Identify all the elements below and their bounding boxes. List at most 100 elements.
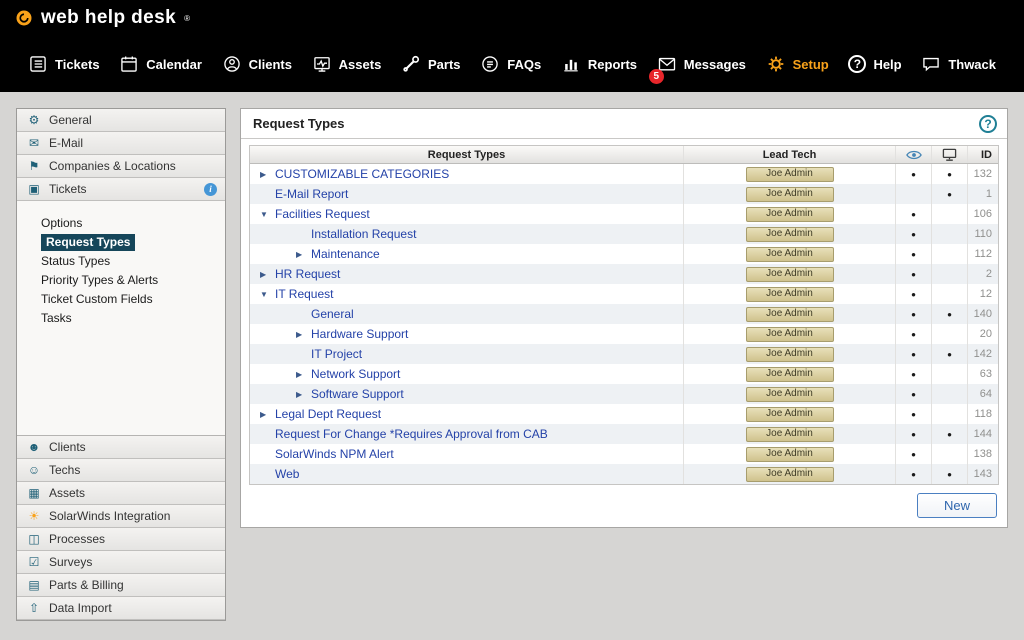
sidebar-item-parts-billing[interactable]: ▤ Parts & Billing bbox=[17, 574, 225, 597]
sidebar-item-assets[interactable]: ▦ Assets bbox=[17, 482, 225, 505]
nav-label: Clients bbox=[249, 57, 292, 72]
expand-arrow-icon[interactable]: ▼ bbox=[260, 290, 275, 299]
eye-icon bbox=[895, 146, 931, 163]
sidebar-item-general[interactable]: ⚙ General bbox=[17, 109, 225, 132]
request-type-link[interactable]: E-Mail Report bbox=[275, 187, 348, 201]
lead-tech-button[interactable]: Joe Admin bbox=[746, 367, 834, 382]
expand-arrow-icon[interactable]: ▶ bbox=[260, 270, 275, 279]
nav-help[interactable]: ? Help bbox=[848, 55, 901, 73]
sidebar-item-processes[interactable]: ◫ Processes bbox=[17, 528, 225, 551]
nav-setup[interactable]: Setup bbox=[766, 54, 829, 74]
sidebar-item-tickets[interactable]: ▣ Tickets i bbox=[17, 178, 225, 201]
nav-parts[interactable]: Parts bbox=[401, 54, 461, 74]
nav-clients[interactable]: Clients bbox=[222, 54, 292, 74]
table-row: ▶Hardware Support Joe Admin • 20 bbox=[250, 324, 998, 344]
request-type-link[interactable]: Legal Dept Request bbox=[275, 407, 381, 421]
lead-tech-button[interactable]: Joe Admin bbox=[746, 287, 834, 302]
lead-tech-button[interactable]: Joe Admin bbox=[746, 407, 834, 422]
table-row: ▶Software Support Joe Admin • 64 bbox=[250, 384, 998, 404]
sidebar-subitem-options[interactable]: Options bbox=[41, 215, 219, 234]
lead-tech-button[interactable]: Joe Admin bbox=[746, 187, 834, 202]
lead-tech-button[interactable]: Joe Admin bbox=[746, 307, 834, 322]
visible-dot: • bbox=[895, 364, 931, 384]
sidebar-item-data-import[interactable]: ⇧ Data Import bbox=[17, 597, 225, 620]
logo[interactable]: web help desk ® bbox=[14, 7, 190, 29]
sidebar-item-techs[interactable]: ☺ Techs bbox=[17, 459, 225, 482]
request-type-link[interactable]: Facilities Request bbox=[275, 207, 370, 221]
client-visible-dot bbox=[931, 284, 967, 304]
sidebar-subitem-tasks[interactable]: Tasks bbox=[41, 310, 219, 329]
new-button[interactable]: New bbox=[917, 493, 997, 518]
nav-tickets[interactable]: Tickets bbox=[28, 54, 100, 74]
expand-arrow-icon[interactable]: ▶ bbox=[260, 410, 275, 419]
panel-help-icon[interactable]: ? bbox=[979, 115, 997, 133]
lead-tech-button[interactable]: Joe Admin bbox=[746, 267, 834, 282]
sidebar-item-solarwinds-integration[interactable]: ☀ SolarWinds Integration bbox=[17, 505, 225, 528]
nav-label: Setup bbox=[793, 57, 829, 72]
table-row: ▶CUSTOMIZABLE CATEGORIES Joe Admin • • 1… bbox=[250, 164, 998, 184]
expand-arrow-icon[interactable]: ▶ bbox=[296, 250, 311, 259]
expand-arrow-icon[interactable]: ▼ bbox=[260, 210, 275, 219]
lead-tech-button[interactable]: Joe Admin bbox=[746, 467, 834, 482]
nav-thwack[interactable]: Thwack bbox=[921, 54, 996, 74]
expand-arrow-icon[interactable]: ▶ bbox=[260, 170, 275, 179]
nav-reports[interactable]: Reports bbox=[561, 54, 637, 74]
client-visible-dot: • bbox=[931, 304, 967, 324]
lead-tech-button[interactable]: Joe Admin bbox=[746, 227, 834, 242]
lead-tech-button[interactable]: Joe Admin bbox=[746, 207, 834, 222]
visible-dot: • bbox=[895, 304, 931, 324]
lead-tech-button[interactable]: Joe Admin bbox=[746, 327, 834, 342]
expand-arrow-icon[interactable]: ▶ bbox=[296, 330, 311, 339]
lead-tech-button[interactable]: Joe Admin bbox=[746, 167, 834, 182]
request-type-link[interactable]: General bbox=[311, 307, 354, 321]
client-visible-dot bbox=[931, 324, 967, 344]
request-type-link[interactable]: SolarWinds NPM Alert bbox=[275, 447, 394, 461]
request-type-link[interactable]: Web bbox=[275, 467, 299, 481]
lead-tech-button[interactable]: Joe Admin bbox=[746, 427, 834, 442]
sidebar-item-clients[interactable]: ☻ Clients bbox=[17, 436, 225, 459]
row-id: 144 bbox=[967, 424, 998, 444]
logo-text: web help desk bbox=[41, 7, 176, 29]
column-header-lead-tech: Lead Tech bbox=[683, 146, 895, 163]
request-type-link[interactable]: Software Support bbox=[311, 387, 404, 401]
nav-calendar[interactable]: Calendar bbox=[119, 54, 202, 74]
request-type-link[interactable]: Hardware Support bbox=[311, 327, 408, 341]
client-visible-dot: • bbox=[931, 344, 967, 364]
help-icon: ? bbox=[848, 55, 866, 73]
table-row: ▶HR Request Joe Admin • 2 bbox=[250, 264, 998, 284]
sidebar-item-email[interactable]: ✉ E-Mail bbox=[17, 132, 225, 155]
table-row: Request For Change *Requires Approval fr… bbox=[250, 424, 998, 444]
client-visible-dot: • bbox=[931, 164, 967, 184]
request-type-link[interactable]: Request For Change *Requires Approval fr… bbox=[275, 427, 548, 441]
sidebar-subitem-status-types[interactable]: Status Types bbox=[41, 253, 219, 272]
table-row: SolarWinds NPM Alert Joe Admin • 138 bbox=[250, 444, 998, 464]
request-type-link[interactable]: Maintenance bbox=[311, 247, 380, 261]
row-id: 143 bbox=[967, 464, 998, 484]
sidebar-item-surveys[interactable]: ☑ Surveys bbox=[17, 551, 225, 574]
lead-tech-button[interactable]: Joe Admin bbox=[746, 347, 834, 362]
lead-tech-button[interactable]: Joe Admin bbox=[746, 387, 834, 402]
lead-tech-button[interactable]: Joe Admin bbox=[746, 247, 834, 262]
lead-tech-button[interactable]: Joe Admin bbox=[746, 447, 834, 462]
request-type-link[interactable]: IT Request bbox=[275, 287, 333, 301]
request-type-link[interactable]: CUSTOMIZABLE CATEGORIES bbox=[275, 167, 449, 181]
nav-faqs[interactable]: FAQs bbox=[480, 54, 541, 74]
setup-icon bbox=[766, 54, 786, 74]
request-type-link[interactable]: HR Request bbox=[275, 267, 340, 281]
info-icon[interactable]: i bbox=[204, 183, 217, 196]
request-type-link[interactable]: Installation Request bbox=[311, 227, 416, 241]
nav-assets[interactable]: Assets bbox=[312, 54, 382, 74]
sidebar-item-companies-locations[interactable]: ⚑ Companies & Locations bbox=[17, 155, 225, 178]
setup-sidebar: ⚙ General ✉ E-Mail ⚑ Companies & Locatio… bbox=[16, 108, 226, 621]
nav-messages[interactable]: 5 Messages bbox=[657, 54, 746, 74]
row-id: 140 bbox=[967, 304, 998, 324]
expand-arrow-icon[interactable]: ▶ bbox=[296, 390, 311, 399]
expand-arrow-icon[interactable]: ▶ bbox=[296, 370, 311, 379]
tickets-subsection: Options Request Types Status Types Prior… bbox=[17, 201, 225, 436]
sidebar-subitem-request-types[interactable]: Request Types bbox=[41, 234, 219, 253]
tickets-icon bbox=[28, 54, 48, 74]
request-type-link[interactable]: Network Support bbox=[311, 367, 400, 381]
sidebar-subitem-ticket-custom-fields[interactable]: Ticket Custom Fields bbox=[41, 291, 219, 310]
sidebar-subitem-priority-types-alerts[interactable]: Priority Types & Alerts bbox=[41, 272, 219, 291]
request-type-link[interactable]: IT Project bbox=[311, 347, 362, 361]
